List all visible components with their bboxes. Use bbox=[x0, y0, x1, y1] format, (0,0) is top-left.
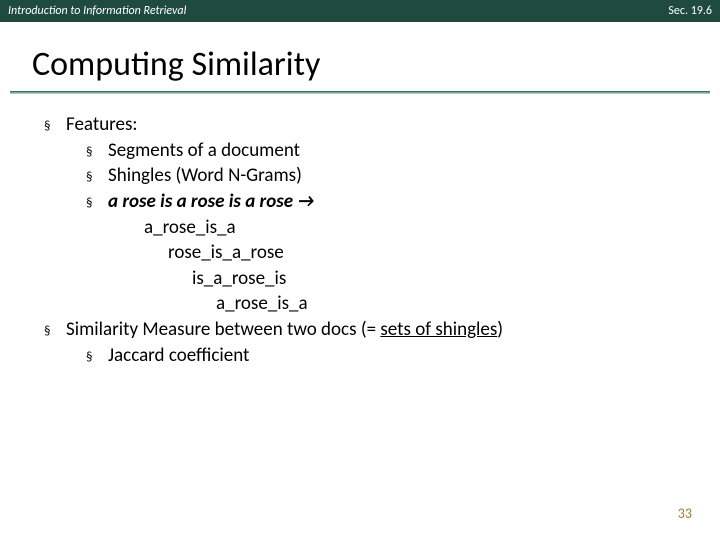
bullet-rose-example: § a rose is a rose is a rose → bbox=[24, 189, 696, 215]
bullet-similarity: § Similarity Measure between two docs (=… bbox=[24, 317, 696, 343]
bullet-text: Similarity Measure between two docs (= s… bbox=[66, 317, 503, 343]
shingle-line-4: a_rose_is_a bbox=[24, 291, 696, 317]
bullet-marker: § bbox=[86, 169, 108, 187]
bullet-shingles: § Shingles (Word N-Grams) bbox=[24, 163, 696, 189]
similarity-post: ) bbox=[497, 318, 503, 341]
bullet-marker: § bbox=[86, 195, 108, 213]
bullet-marker: § bbox=[86, 349, 108, 367]
bullet-text: Jaccard coefficient bbox=[108, 343, 249, 369]
bullet-marker: § bbox=[44, 118, 66, 136]
bullet-text: Features: bbox=[66, 112, 138, 138]
bullet-features: § Features: bbox=[24, 112, 696, 138]
bullet-text: Segments of a document bbox=[108, 138, 300, 164]
bullet-text: Shingles (Word N-Grams) bbox=[108, 163, 302, 189]
bullet-text: a rose is a rose is a rose → bbox=[108, 189, 315, 215]
similarity-underlined: sets of shingles bbox=[380, 318, 497, 341]
shingle-line-3: is_a_rose_is bbox=[24, 266, 696, 292]
page-number: 33 bbox=[678, 505, 692, 522]
header-right: Sec. 19.6 bbox=[668, 4, 712, 18]
shingle-line-2: rose_is_a_rose bbox=[24, 240, 696, 266]
slide-body: § Features: § Segments of a document § S… bbox=[0, 94, 720, 368]
slide-title: Computing Similarity bbox=[0, 22, 720, 91]
bullet-jaccard: § Jaccard coefficient bbox=[24, 343, 696, 369]
header-left: Introduction to Information Retrieval bbox=[8, 4, 186, 18]
similarity-pre: Similarity Measure between two docs (= bbox=[66, 318, 380, 341]
bullet-marker: § bbox=[44, 323, 66, 341]
slide-header: Introduction to Information Retrieval Se… bbox=[0, 0, 720, 22]
bullet-marker: § bbox=[86, 144, 108, 162]
bullet-segments: § Segments of a document bbox=[24, 138, 696, 164]
shingle-line-1: a_rose_is_a bbox=[24, 215, 696, 241]
